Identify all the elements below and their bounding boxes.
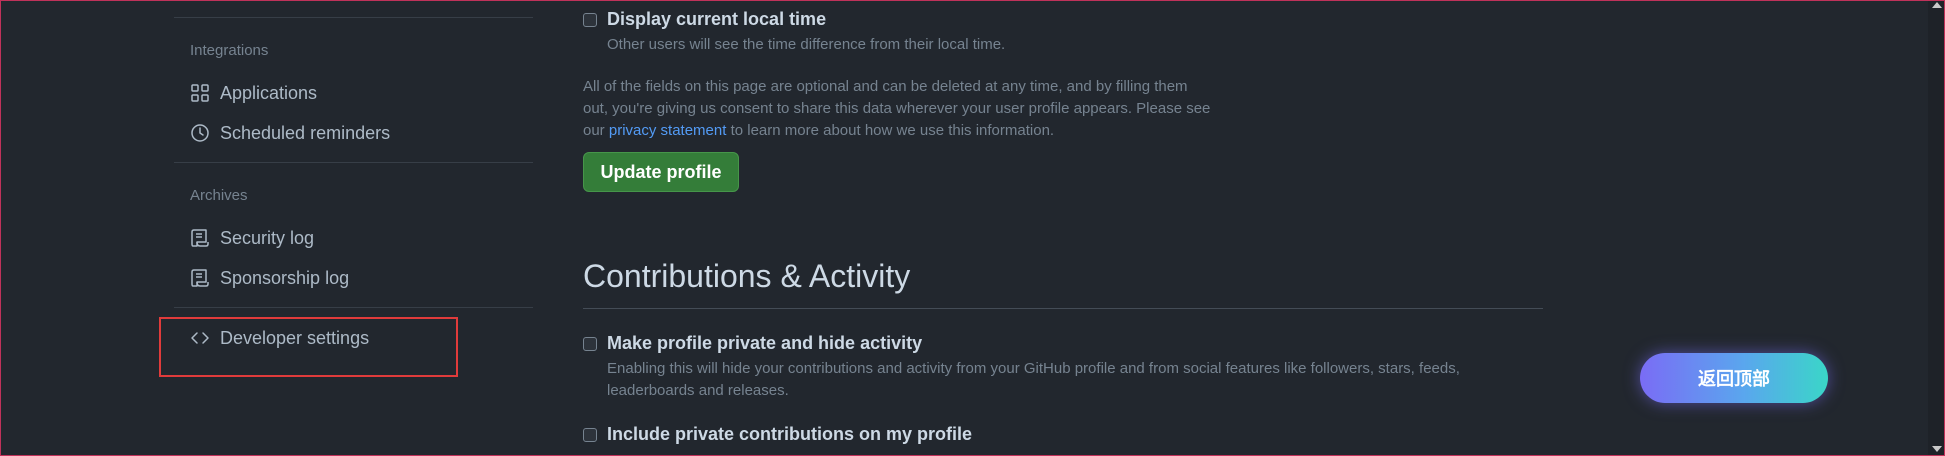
sidebar-item-developer-settings[interactable]: Developer settings	[190, 322, 520, 354]
heading-divider	[583, 308, 1543, 309]
private-profile-checkbox[interactable]	[583, 337, 597, 351]
private-contributions-checkbox[interactable]	[583, 428, 597, 442]
private-profile-option: Make profile private and hide activity	[583, 333, 922, 354]
vertical-scrollbar[interactable]	[1928, 0, 1945, 456]
privacy-note-text-after: to learn more about how we use this info…	[730, 122, 1055, 139]
back-to-top-button[interactable]: 返回顶部	[1640, 353, 1828, 403]
integrations-section-title: Integrations	[190, 42, 269, 59]
sidebar-item-applications[interactable]: Applications	[190, 77, 520, 109]
sidebar-divider	[174, 307, 533, 308]
sidebar-divider	[174, 162, 533, 163]
private-contributions-label: Include private contributions on my prof…	[607, 424, 973, 444]
display-local-time-checkbox[interactable]	[583, 13, 597, 27]
log-icon	[191, 269, 209, 287]
scroll-down-arrow-icon[interactable]	[1932, 446, 1942, 452]
log-icon	[191, 229, 209, 247]
code-icon	[191, 332, 209, 344]
clock-icon	[191, 124, 209, 142]
profile-settings-main: Display current local time Other users w…	[583, 0, 1543, 456]
sidebar-item-label: Applications	[220, 82, 318, 103]
private-profile-label: Make profile private and hide activity	[607, 333, 923, 353]
display-local-time-description: Other users will see the time difference…	[607, 36, 1006, 53]
sidebar-item-sponsorship-log[interactable]: Sponsorship log	[190, 262, 520, 294]
private-profile-description: Enabling this will hide your contributio…	[607, 360, 1460, 399]
sidebar-divider	[174, 17, 533, 18]
update-profile-button[interactable]: Update profile	[583, 152, 739, 192]
sidebar-item-security-log[interactable]: Security log	[190, 222, 520, 254]
sidebar-item-scheduled-reminders[interactable]: Scheduled reminders	[190, 117, 520, 149]
contributions-heading: Contributions & Activity	[583, 258, 911, 294]
settings-sidebar: Integrations Applications Scheduled remi…	[174, 0, 533, 456]
privacy-statement-link[interactable]: privacy statement	[609, 122, 727, 139]
sidebar-item-label: Sponsorship log	[220, 267, 350, 288]
scroll-up-arrow-icon[interactable]	[1932, 2, 1942, 8]
sidebar-item-label: Developer settings	[220, 327, 370, 348]
display-local-time-label: Display current local time	[607, 9, 827, 29]
sidebar-item-label: Security log	[220, 227, 315, 248]
privacy-note: All of the fields on this page are optio…	[583, 76, 1213, 142]
sidebar-item-label: Scheduled reminders	[220, 122, 391, 143]
apps-icon	[191, 84, 209, 102]
archives-section-title: Archives	[190, 187, 248, 204]
private-contributions-option: Include private contributions on my prof…	[583, 424, 972, 445]
display-local-time-option: Display current local time	[583, 9, 826, 30]
